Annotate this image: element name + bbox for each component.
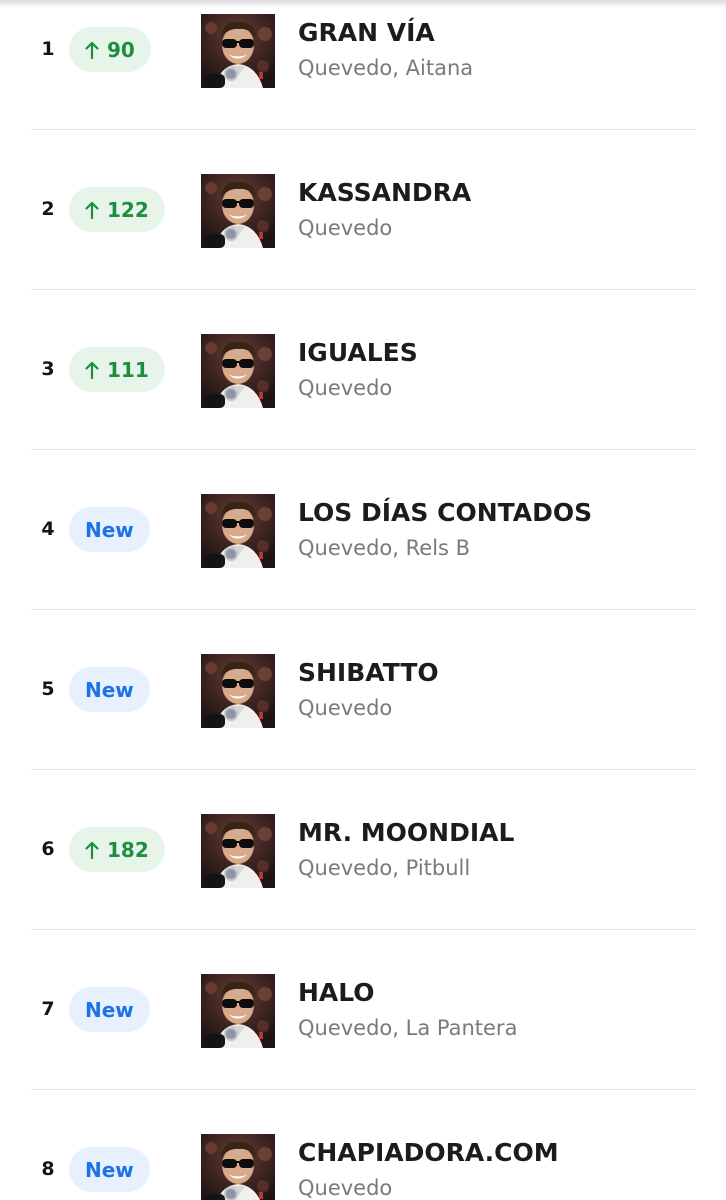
arrow-up-icon: [85, 201, 99, 219]
rank-number: 1: [41, 38, 55, 60]
rank-number: 2: [41, 198, 55, 220]
song-artists: Quevedo, La Pantera: [298, 1016, 518, 1040]
chart-row[interactable]: 2 122 KASSANDRA Quevedo: [0, 130, 726, 290]
song-title: IGUALES: [298, 338, 418, 367]
chart-row[interactable]: 1 90 GRAN VÍA Quevedo, Aitana: [0, 0, 726, 130]
chart-row[interactable]: 4 New LOS DÍAS CONTADOS Quevedo, Rels B: [0, 450, 726, 610]
chart-screen: 1 90 GRAN VÍA Quevedo, Aitana 2 122 KASS…: [0, 0, 726, 1200]
arrow-up-icon: [85, 361, 99, 379]
rank-change-badge: New: [69, 1147, 150, 1192]
song-title: GRAN VÍA: [298, 18, 435, 47]
rank-change-badge: 90: [69, 27, 151, 72]
rank-change-value: 182: [107, 837, 149, 862]
album-cover-thumbnail: [201, 814, 275, 888]
chart-row[interactable]: 5 New SHIBATTO Quevedo: [0, 610, 726, 770]
rank-change-badge: New: [69, 667, 150, 712]
rank-change-value: New: [85, 517, 134, 542]
rank-number: 5: [41, 678, 55, 700]
rank-change-value: New: [85, 1157, 134, 1182]
song-title: HALO: [298, 978, 375, 1007]
album-cover-thumbnail: [201, 654, 275, 728]
chart-row[interactable]: 6 182 MR. MOONDIAL Quevedo, Pitbull: [0, 770, 726, 930]
song-title: LOS DÍAS CONTADOS: [298, 498, 593, 527]
album-cover-thumbnail: [201, 494, 275, 568]
album-cover-thumbnail: [201, 174, 275, 248]
song-artists: Quevedo: [298, 696, 393, 720]
song-artists: Quevedo: [298, 216, 393, 240]
song-artists: Quevedo, Rels B: [298, 536, 471, 560]
song-artists: Quevedo, Aitana: [298, 56, 474, 80]
rank-change-value: New: [85, 997, 134, 1022]
rank-change-badge: 182: [69, 827, 165, 872]
rank-change-badge: New: [69, 987, 150, 1032]
rank-change-badge: 111: [69, 347, 165, 392]
album-cover-thumbnail: [201, 974, 275, 1048]
rank-change-badge: New: [69, 507, 150, 552]
rank-number: 3: [41, 358, 55, 380]
song-title: MR. MOONDIAL: [298, 818, 515, 847]
rank-change-value: 122: [107, 197, 149, 222]
rank-number: 8: [41, 1158, 55, 1180]
song-title: KASSANDRA: [298, 178, 472, 207]
rank-number: 7: [41, 998, 55, 1020]
chart-row[interactable]: 3 111 IGUALES Quevedo: [0, 290, 726, 450]
song-title: CHAPIADORA.COM: [298, 1138, 559, 1167]
chart-row[interactable]: 7 New HALO Quevedo, La Pantera: [0, 930, 726, 1090]
rank-change-badge: 122: [69, 187, 165, 232]
song-title: SHIBATTO: [298, 658, 439, 687]
header-shadow: [0, 0, 726, 8]
rank-number: 6: [41, 838, 55, 860]
album-cover-thumbnail: [201, 1134, 275, 1200]
rank-number: 4: [41, 518, 55, 540]
arrow-up-icon: [85, 41, 99, 59]
album-cover-thumbnail: [201, 14, 275, 88]
arrow-up-icon: [85, 841, 99, 859]
song-artists: Quevedo, Pitbull: [298, 856, 471, 880]
rank-change-value: 90: [107, 37, 135, 62]
song-artists: Quevedo: [298, 1176, 393, 1200]
rank-change-value: 111: [107, 357, 149, 382]
album-cover-thumbnail: [201, 334, 275, 408]
rank-change-value: New: [85, 677, 134, 702]
chart-list: 1 90 GRAN VÍA Quevedo, Aitana 2 122 KASS…: [0, 0, 726, 1200]
chart-row[interactable]: 8 New CHAPIADORA.COM Quevedo: [0, 1090, 726, 1200]
song-artists: Quevedo: [298, 376, 393, 400]
